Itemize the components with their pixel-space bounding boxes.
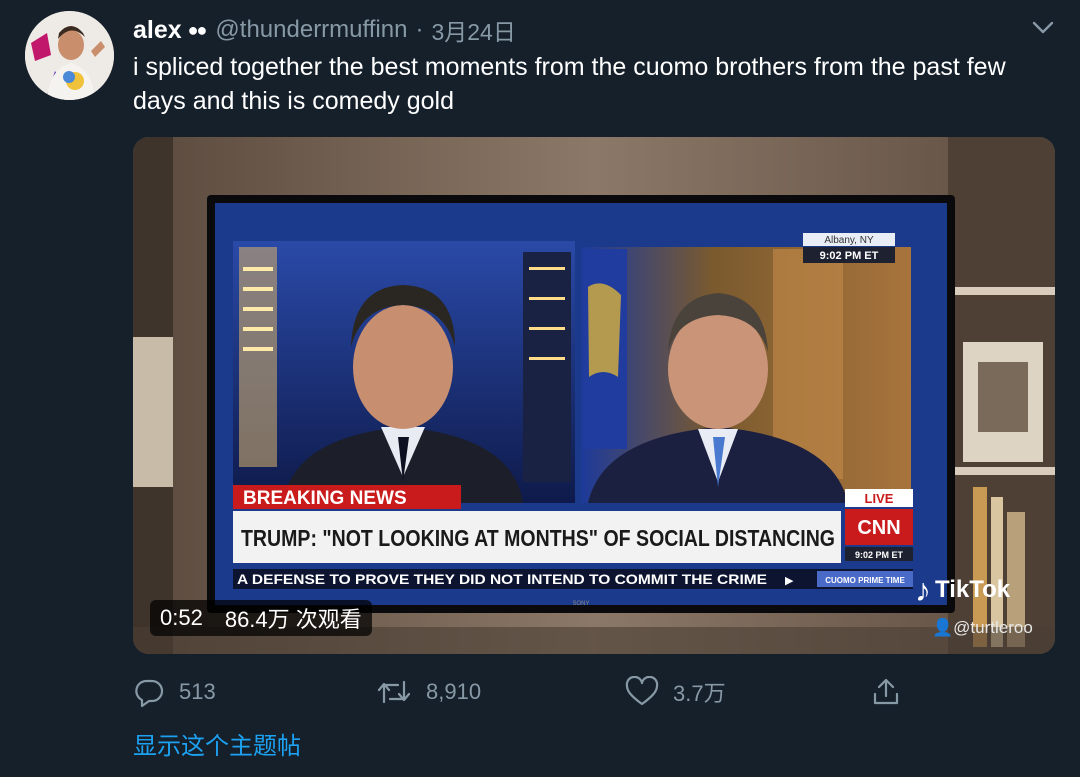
retweet-button[interactable]: 8,910 bbox=[376, 672, 481, 712]
network-logo: CNN bbox=[857, 517, 900, 539]
like-count: 3.7万 bbox=[673, 681, 726, 706]
chevron-down-icon[interactable] bbox=[1030, 14, 1056, 40]
ticker-text: A DEFENSE TO PROVE THEY DID NOT INTEND T… bbox=[237, 571, 767, 587]
video-info-badge: 0:52 86.4万 次观看 bbox=[150, 600, 372, 636]
user-icon: 👤 bbox=[932, 618, 954, 637]
show-thread-link[interactable]: 显示这个主题帖 bbox=[133, 726, 301, 761]
breaking-news-label: BREAKING NEWS bbox=[243, 488, 407, 509]
retweet-count: 8,910 bbox=[426, 679, 482, 704]
tiktok-icon: ♪ bbox=[915, 572, 931, 608]
avatar[interactable] bbox=[25, 11, 114, 100]
heart-icon bbox=[625, 676, 659, 706]
view-count: 86.4万 次观看 bbox=[224, 607, 362, 632]
retweet-icon bbox=[377, 680, 411, 704]
user-handle[interactable]: @thunderrmuffinn bbox=[215, 16, 407, 44]
share-icon bbox=[873, 678, 899, 705]
tiktok-user: 👤@turtleroo bbox=[932, 618, 1033, 638]
reply-button[interactable]: 513 bbox=[133, 672, 216, 712]
reply-count: 513 bbox=[179, 679, 216, 704]
headline: TRUMP: "NOT LOOKING AT MONTHS" OF SOCIAL… bbox=[241, 525, 835, 551]
tiktok-label: TikTok bbox=[935, 576, 1011, 603]
badge-dots: ●● bbox=[187, 19, 208, 40]
display-name[interactable]: alex bbox=[133, 16, 182, 45]
video-duration: 0:52 bbox=[160, 605, 203, 630]
tiktok-username: @turtleroo bbox=[953, 618, 1033, 637]
network-time: 9:02 PM ET bbox=[855, 550, 904, 560]
tv-location: Albany, NY bbox=[824, 235, 874, 246]
share-button[interactable] bbox=[870, 672, 916, 712]
separator: · bbox=[415, 16, 424, 43]
tweet-text: i spliced together the best moments from… bbox=[133, 53, 1006, 115]
tweet-date[interactable]: 3月24日 bbox=[431, 13, 515, 47]
tiktok-watermark: ♪ TikTok bbox=[915, 574, 1010, 606]
tv-time: 9:02 PM ET bbox=[820, 250, 879, 262]
svg-text:▶: ▶ bbox=[785, 575, 794, 587]
tweet-actions: 513 8,910 3.7万 bbox=[133, 672, 1055, 712]
like-button[interactable]: 3.7万 bbox=[625, 672, 726, 712]
tv-brand: SONY bbox=[572, 601, 589, 607]
live-label: LIVE bbox=[865, 491, 894, 506]
show-tag: CUOMO PRIME TIME bbox=[825, 576, 905, 585]
tweet-header: alex ●● @thunderrmuffinn · 3月24日 bbox=[133, 12, 516, 48]
reply-icon bbox=[135, 679, 164, 708]
